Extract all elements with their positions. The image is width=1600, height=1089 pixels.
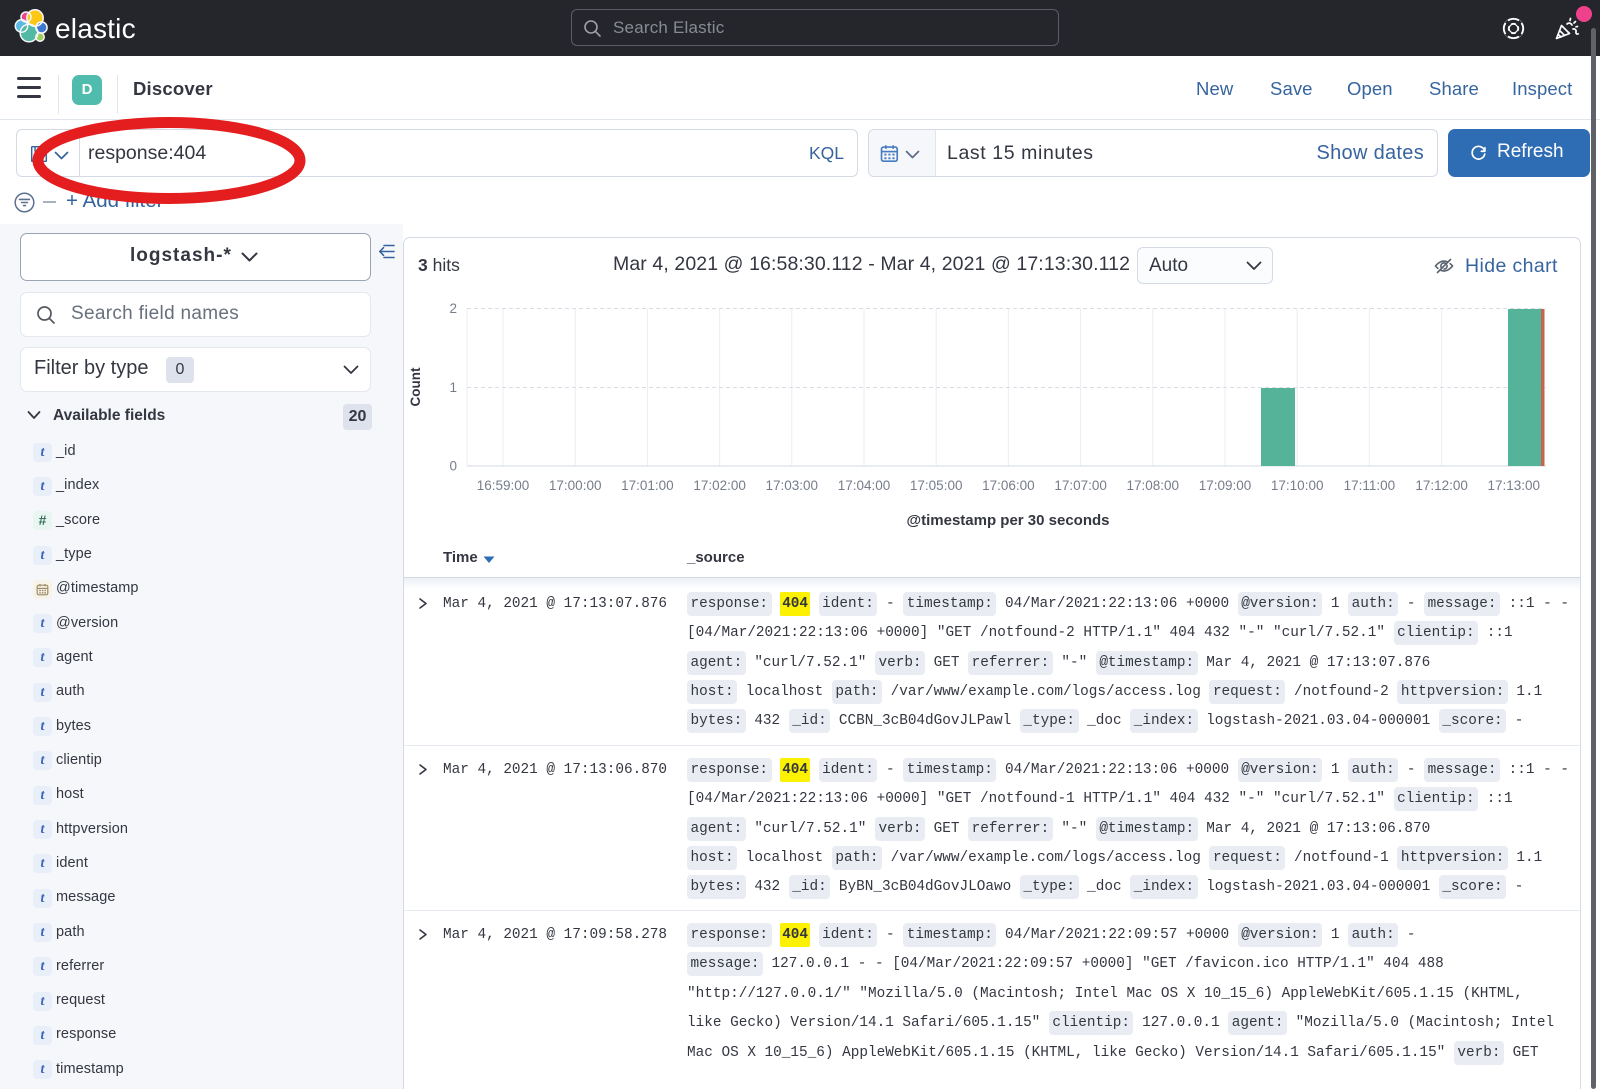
svg-text:17:06:00: 17:06:00: [982, 478, 1035, 493]
svg-text:16:59:00: 16:59:00: [477, 478, 530, 493]
svg-text:17:03:00: 17:03:00: [766, 478, 819, 493]
svg-text:17:08:00: 17:08:00: [1127, 478, 1180, 493]
svg-text:17:12:00: 17:12:00: [1415, 478, 1468, 493]
svg-text:17:01:00: 17:01:00: [621, 478, 674, 493]
svg-text:17:05:00: 17:05:00: [910, 478, 963, 493]
svg-text:17:09:00: 17:09:00: [1199, 478, 1252, 493]
svg-text:1: 1: [449, 380, 457, 395]
svg-text:2: 2: [449, 301, 457, 316]
svg-text:0: 0: [449, 459, 457, 474]
svg-text:17:02:00: 17:02:00: [693, 478, 746, 493]
svg-text:17:07:00: 17:07:00: [1054, 478, 1107, 493]
svg-text:17:10:00: 17:10:00: [1271, 478, 1324, 493]
svg-text:Count: Count: [408, 367, 423, 406]
svg-text:17:13:00: 17:13:00: [1488, 478, 1541, 493]
svg-text:17:04:00: 17:04:00: [838, 478, 891, 493]
svg-text:17:00:00: 17:00:00: [549, 478, 602, 493]
svg-text:17:11:00: 17:11:00: [1344, 478, 1396, 493]
